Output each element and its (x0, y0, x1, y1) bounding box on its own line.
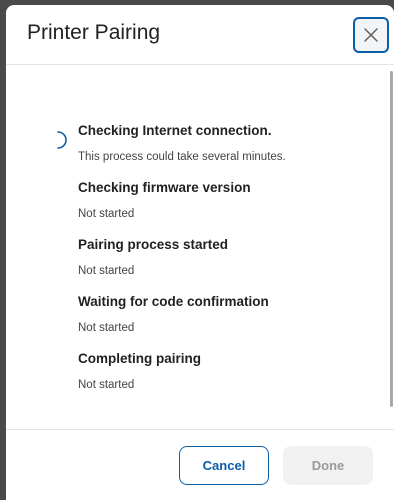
step-status: Not started (78, 208, 135, 220)
close-icon (364, 28, 378, 42)
step-pairing-started: Pairing process started Not started (78, 237, 228, 277)
header-divider (6, 64, 394, 65)
footer-divider (6, 429, 394, 430)
step-title: Completing pairing (78, 351, 201, 366)
scrollbar[interactable] (390, 71, 393, 407)
loading-spinner-icon (54, 129, 72, 156)
step-status: Not started (78, 379, 135, 391)
step-status: Not started (78, 265, 135, 277)
step-completing-pairing: Completing pairing Not started (78, 351, 201, 391)
step-status: Not started (78, 322, 135, 334)
cancel-button[interactable]: Cancel (179, 446, 269, 485)
step-checking-internet: Checking Internet connection. This proce… (78, 123, 286, 163)
step-title: Pairing process started (78, 237, 229, 252)
done-button[interactable]: Done (283, 446, 373, 485)
close-button[interactable] (353, 17, 389, 53)
dialog-header: Printer Pairing (6, 5, 394, 65)
step-title: Checking firmware version (78, 180, 251, 195)
step-waiting-confirmation: Waiting for code confirmation Not starte… (78, 294, 269, 334)
step-status: This process could take several minutes. (78, 151, 286, 163)
step-title: Checking Internet connection. (78, 123, 272, 138)
dialog-title: Printer Pairing (27, 21, 161, 44)
printer-pairing-dialog: Printer Pairing Checking Internet connec… (6, 5, 394, 500)
step-checking-firmware: Checking firmware version Not started (78, 180, 251, 220)
step-title: Waiting for code confirmation (78, 294, 269, 309)
